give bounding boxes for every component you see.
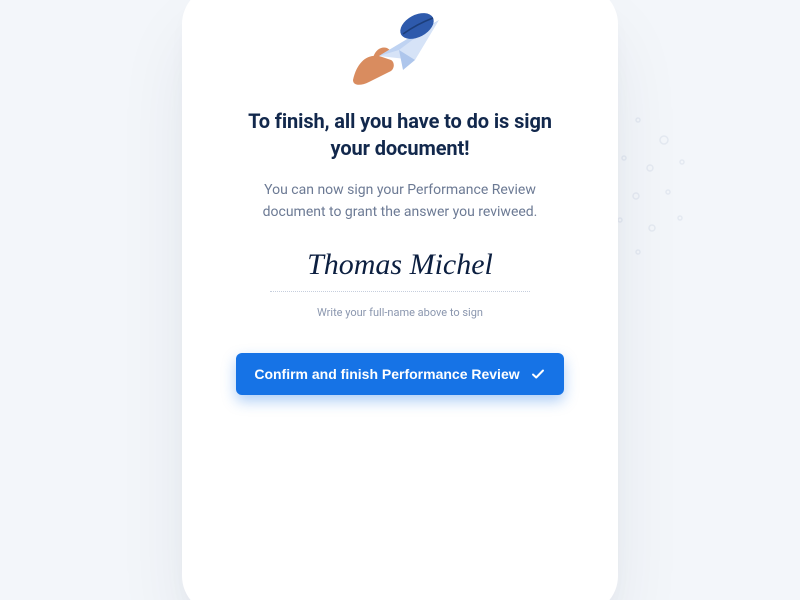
page-title: To finish, all you have to do is sign yo… xyxy=(232,108,568,162)
signature-block: Write your full-name above to sign xyxy=(270,247,530,319)
signature-dotted-line xyxy=(270,291,530,292)
paper-plane-illustration xyxy=(340,0,460,90)
page-subtitle: You can now sign your Performance Review… xyxy=(245,180,555,223)
sign-document-screen: To finish, all you have to do is sign yo… xyxy=(196,0,604,600)
confirm-label: Confirm and finish Performance Review xyxy=(254,366,519,382)
confirm-finish-button[interactable]: Confirm and finish Performance Review xyxy=(236,353,563,395)
signature-hint: Write your full-name above to sign xyxy=(270,306,530,319)
phone-frame: To finish, all you have to do is sign yo… xyxy=(196,0,604,600)
check-icon xyxy=(530,366,546,382)
decorative-dots xyxy=(590,110,710,270)
signature-input[interactable] xyxy=(270,247,530,289)
